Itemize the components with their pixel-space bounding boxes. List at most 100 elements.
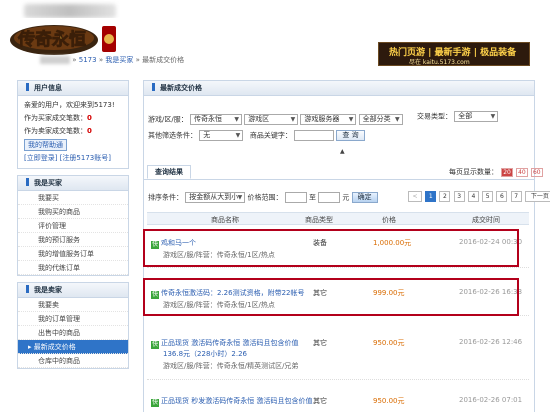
- item-server-info: 游戏区/服/阵营：传奇永恒/精英测试区/兄弟: [163, 362, 299, 370]
- page-button[interactable]: 4: [467, 191, 479, 202]
- user-info-title: 用户信息: [18, 81, 128, 96]
- item-date: 2016-02-26 07:01: [459, 396, 523, 404]
- trade-type-select[interactable]: 全部 ▼: [454, 111, 499, 122]
- server-select[interactable]: 游戏服务器 ▼: [300, 114, 357, 125]
- seller-count-label: 作为卖家成交笔数：: [24, 127, 87, 135]
- sidebar-item[interactable]: 仓库中的商品: [18, 354, 128, 368]
- keyword-input[interactable]: [294, 130, 335, 141]
- table-row[interactable]: 快正品现货 激活码传奇永恒 激活码且包含价值 136.8元（228小时）2.26…: [147, 330, 529, 380]
- price-to-label: 至: [308, 193, 316, 202]
- per-page-option[interactable]: 20: [501, 168, 513, 177]
- category-select[interactable]: 全部分类 ▼: [358, 114, 403, 125]
- price-min-input[interactable]: [284, 192, 307, 203]
- user-info-panel: 用户信息 亲爱的用户，欢迎来到5173! 作为买家成交笔数：0 作为卖家成交笔数…: [17, 80, 129, 169]
- area-select[interactable]: 游戏区 ▼: [244, 114, 299, 125]
- per-page-label: 每页显示数量：: [449, 168, 498, 176]
- page-title: 最新成交价格: [144, 81, 534, 96]
- sidebar-item[interactable]: 出售中的商品: [18, 326, 128, 340]
- item-name-link[interactable]: 正品现货 秒发激活码传奇永恒 激活码且包含价值: [161, 397, 312, 405]
- page-button[interactable]: 3: [453, 191, 465, 202]
- register-link[interactable]: [注册5173账号]: [60, 154, 111, 162]
- breadcrumb-sep: »: [72, 56, 77, 64]
- item-type: 其它: [313, 397, 327, 405]
- login-link[interactable]: [立即登录]: [24, 154, 57, 162]
- server-select-value: 游戏服务器: [304, 115, 340, 123]
- game-logo: 传奇永恒: [8, 18, 120, 58]
- banner-url: 尽在 kaitu.5173.com: [409, 59, 470, 66]
- buyer-menu-title: 我是买家: [18, 176, 128, 191]
- item-date: 2016-02-26 12:46: [459, 338, 523, 346]
- breadcrumb: » 5173 » 我是买家 » 最新成交价格: [40, 55, 184, 65]
- confirm-button[interactable]: 确定: [351, 192, 378, 203]
- sidebar-item[interactable]: 我的增值服务订单: [18, 247, 128, 261]
- collapse-arrow-icon[interactable]: ▲: [340, 148, 345, 155]
- sort-row: 排序条件： 按金额从大到小 ▼ 价格范围： 至 元 确定: [148, 192, 378, 203]
- item-name-cont[interactable]: 136.8元（228小时）2.26: [163, 349, 247, 359]
- other-select-value: 无: [203, 131, 211, 139]
- sidebar-item[interactable]: 我的订单管理: [18, 312, 128, 326]
- prev-page-button[interactable]: <: [408, 191, 422, 202]
- welcome-text: 亲爱的用户，欢迎来到5173!: [24, 101, 115, 109]
- breadcrumb-site-link[interactable]: 5173: [79, 56, 97, 64]
- page-button[interactable]: 6: [496, 191, 508, 202]
- other-select[interactable]: 无 ▼: [199, 130, 244, 141]
- chevron-down-icon: ▼: [395, 116, 400, 123]
- page-button[interactable]: 5: [482, 191, 494, 202]
- next-page-button[interactable]: 下一页: [524, 191, 550, 202]
- sidebar-item[interactable]: 我要卖: [18, 298, 128, 312]
- breadcrumb-current: 最新成交价格: [142, 56, 185, 64]
- item-type: 其它: [313, 339, 327, 347]
- chevron-down-icon: ▼: [235, 132, 241, 139]
- column-header-date: 成交时间: [472, 216, 500, 224]
- item-price: 950.00元: [373, 397, 405, 405]
- seller-count-value: 0: [87, 127, 92, 135]
- results-tab[interactable]: 查询结果: [147, 165, 191, 179]
- fast-badge-icon: 快: [151, 399, 159, 407]
- game-select[interactable]: 传奇永恒 ▼: [189, 114, 242, 125]
- help-button[interactable]: 我的帮助通: [24, 139, 67, 151]
- pagination: < 1 2 3 4 5 6 7 下一页: [407, 191, 550, 202]
- sidebar-item[interactable]: 我购买的商品: [18, 205, 128, 219]
- sidebar-item[interactable]: 最新成交价格: [18, 340, 128, 354]
- ad-banner[interactable]: 热门页游 | 最新手游 | 极品装备 尽在 kaitu.5173.com: [378, 42, 530, 66]
- game-select-value: 传奇永恒: [193, 115, 222, 123]
- page-button[interactable]: 7: [510, 191, 522, 202]
- sidebar: 用户信息 亲爱的用户，欢迎来到5173! 作为买家成交笔数：0 作为卖家成交笔数…: [17, 80, 129, 375]
- sidebar-item[interactable]: 我的代练订单: [18, 261, 128, 275]
- column-header-price: 价格: [382, 216, 396, 224]
- price-range-label: 价格范围：: [247, 193, 283, 202]
- price-unit-label: 元: [342, 193, 350, 202]
- buyer-menu: 我是买家 我要买 我购买的商品 评价管理 我的预订服务 我的增值服务订单 我的代练订单: [17, 175, 129, 276]
- per-page-option[interactable]: 60: [530, 168, 543, 177]
- filter-row-game: 游戏/区/服： 传奇永恒 ▼ 游戏区 ▼ 游戏服务器 ▼ 全部分类 ▼: [148, 114, 403, 125]
- column-header-type: 商品类型: [305, 216, 333, 224]
- per-page-option[interactable]: 40: [516, 168, 528, 177]
- item-name-link[interactable]: 正品现货 激活码传奇永恒 激活码且包含价值: [161, 339, 298, 347]
- sidebar-item[interactable]: 我要买: [18, 191, 128, 205]
- logo-text: 传奇永恒: [17, 29, 86, 50]
- page-button[interactable]: 2: [439, 191, 451, 202]
- tab-divider: [143, 179, 535, 180]
- table-row[interactable]: 快正品现货 秒发激活码传奇永恒 激活码且包含价值 其它 950.00元 2016…: [147, 390, 529, 410]
- search-button[interactable]: 查 询: [336, 130, 365, 141]
- chevron-down-icon: ▼: [290, 116, 296, 123]
- column-header-name: 商品名称: [211, 216, 239, 224]
- page-button[interactable]: 1: [425, 191, 437, 202]
- item-price: 950.00元: [373, 339, 405, 347]
- trade-type-label: 交易类型：: [417, 112, 452, 121]
- price-max-input[interactable]: [318, 192, 341, 203]
- breadcrumb-buyer-link[interactable]: 我是买家: [105, 56, 133, 64]
- trade-type-filter: 交易类型： 全部 ▼: [417, 111, 499, 122]
- seller-count-line: 作为卖家成交笔数：0: [24, 125, 122, 138]
- chevron-down-icon: ▼: [237, 194, 243, 201]
- other-filter-label: 其他筛选条件：: [148, 131, 197, 140]
- sort-select[interactable]: 按金额从大到小 ▼: [185, 192, 246, 203]
- highlight-box: [143, 278, 519, 316]
- keyword-label: 商品关键字：: [249, 131, 292, 140]
- seller-menu-title: 我是卖家: [18, 283, 128, 298]
- buyer-count-line: 作为买家成交笔数：0: [24, 112, 122, 125]
- sidebar-item[interactable]: 评价管理: [18, 219, 128, 233]
- buyer-count-value: 0: [87, 114, 92, 122]
- sidebar-item[interactable]: 我的预订服务: [18, 233, 128, 247]
- category-select-value: 全部分类: [362, 115, 391, 123]
